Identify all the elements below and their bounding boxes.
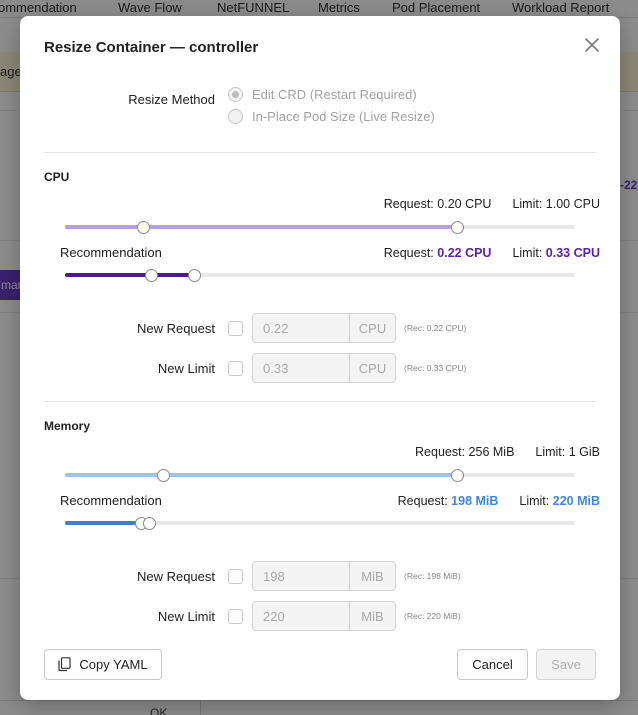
cpu-new-request-label: New Request: [136, 321, 215, 336]
radio-edit-crd[interactable]: Edit CRD (Restart Required): [228, 87, 417, 102]
resize-method-label: Resize Method: [128, 92, 215, 107]
cpu-rec-request-thumb[interactable]: [145, 268, 159, 282]
save-button[interactable]: Save: [536, 649, 596, 680]
cpu-new-request-checkbox[interactable]: [228, 321, 243, 336]
memory-new-limit-input[interactable]: [253, 602, 349, 630]
cpu-limit-label: Limit:: [512, 197, 543, 211]
cpu-new-limit-checkbox[interactable]: [228, 361, 243, 376]
memory-current-values: Request: 256 MiB Limit: 1 GiB: [415, 445, 600, 459]
cpu-current-limit-thumb[interactable]: [451, 220, 465, 234]
memory-limit-label: Limit:: [535, 445, 566, 459]
cpu-request-value: 0.20 CPU: [437, 197, 492, 211]
memory-new-limit-label: New Limit: [157, 609, 215, 624]
memory-current-limit-thumb[interactable]: [451, 468, 465, 482]
memory-new-request-input[interactable]: [253, 562, 349, 590]
resize-container-dialog: Resize Container — controller Resize Met…: [20, 16, 620, 700]
memory-rec-limit-thumb[interactable]: [143, 516, 157, 530]
cpu-rec-limit-thumb[interactable]: [188, 268, 202, 282]
cpu-current-values: Request: 0.20 CPU Limit: 1.00 CPU: [384, 197, 600, 211]
memory-recommendation-title: Recommendation: [60, 493, 162, 508]
cpu-rec-limit-label: Limit:: [512, 246, 543, 260]
cpu-recommended-values: Request: 0.22 CPU Limit: 0.33 CPU: [384, 246, 600, 260]
memory-new-limit-hint: (Rec: 220 MiB): [404, 611, 461, 621]
cpu-section-title: CPU: [44, 170, 70, 184]
radio-in-place[interactable]: In-Place Pod Size (Live Resize): [228, 109, 435, 124]
copy-icon: [58, 657, 72, 672]
memory-new-limit-field: MiB: [252, 601, 396, 631]
close-icon: [585, 38, 599, 52]
cpu-recommendation-slider-fill: [65, 273, 195, 277]
close-button[interactable]: [581, 34, 603, 56]
copy-yaml-button[interactable]: Copy YAML: [44, 649, 162, 680]
memory-limit-value: 1 GiB: [568, 445, 600, 459]
dialog-title: Resize Container — controller: [44, 39, 259, 56]
memory-request-value: 256 MiB: [468, 445, 515, 459]
memory-rec-limit-value: 220 MiB: [552, 494, 600, 508]
memory-rec-request-value: 198 MiB: [451, 494, 499, 508]
cpu-new-request-unit: CPU: [349, 314, 395, 342]
cpu-new-limit-input[interactable]: [253, 354, 349, 382]
cpu-new-limit-field: CPU: [252, 353, 396, 383]
memory-new-request-checkbox[interactable]: [228, 569, 243, 584]
memory-new-request-field: MiB: [252, 561, 396, 591]
section-divider: [44, 152, 596, 153]
cpu-current-request-thumb[interactable]: [137, 220, 151, 234]
cpu-limit-value: 1.00 CPU: [545, 197, 600, 211]
memory-rec-request-label: Request:: [397, 494, 448, 508]
cpu-new-request-input[interactable]: [253, 314, 349, 342]
cpu-rec-request-value: 0.22 CPU: [437, 246, 492, 260]
memory-current-slider-fill: [65, 473, 458, 477]
memory-new-limit-unit: MiB: [349, 602, 395, 630]
cpu-new-limit-unit: CPU: [349, 354, 395, 382]
cpu-new-limit-label: New Limit: [157, 361, 215, 376]
cpu-recommendation-title: Recommendation: [60, 245, 162, 260]
cpu-rec-request-label: Request:: [383, 246, 434, 260]
memory-new-request-label: New Request: [136, 569, 215, 584]
memory-current-request-thumb[interactable]: [157, 468, 171, 482]
memory-section-title: Memory: [44, 419, 91, 433]
memory-recommended-values: Request: 198 MiB Limit: 220 MiB: [398, 494, 600, 508]
cpu-new-limit-hint: (Rec: 0.33 CPU): [404, 363, 467, 373]
memory-new-request-unit: MiB: [349, 562, 395, 590]
cpu-new-request-hint: (Rec: 0.22 CPU): [404, 323, 467, 333]
cpu-current-slider-fill: [65, 225, 458, 229]
cpu-rec-limit-value: 0.33 CPU: [545, 246, 600, 260]
memory-rec-limit-label: Limit:: [519, 494, 550, 508]
memory-new-request-hint: (Rec: 198 MiB): [404, 571, 461, 581]
radio-button[interactable]: [228, 87, 243, 102]
radio-button[interactable]: [228, 109, 243, 124]
cpu-new-request-field: CPU: [252, 313, 396, 343]
memory-new-limit-checkbox[interactable]: [228, 609, 243, 624]
cancel-button[interactable]: Cancel: [457, 649, 528, 680]
cpu-request-label: Request:: [383, 197, 434, 211]
radio-label: Edit CRD (Restart Required): [252, 87, 417, 102]
memory-request-label: Request:: [415, 445, 466, 459]
copy-yaml-label: Copy YAML: [79, 657, 148, 672]
radio-label: In-Place Pod Size (Live Resize): [252, 109, 435, 124]
section-divider: [44, 401, 596, 402]
